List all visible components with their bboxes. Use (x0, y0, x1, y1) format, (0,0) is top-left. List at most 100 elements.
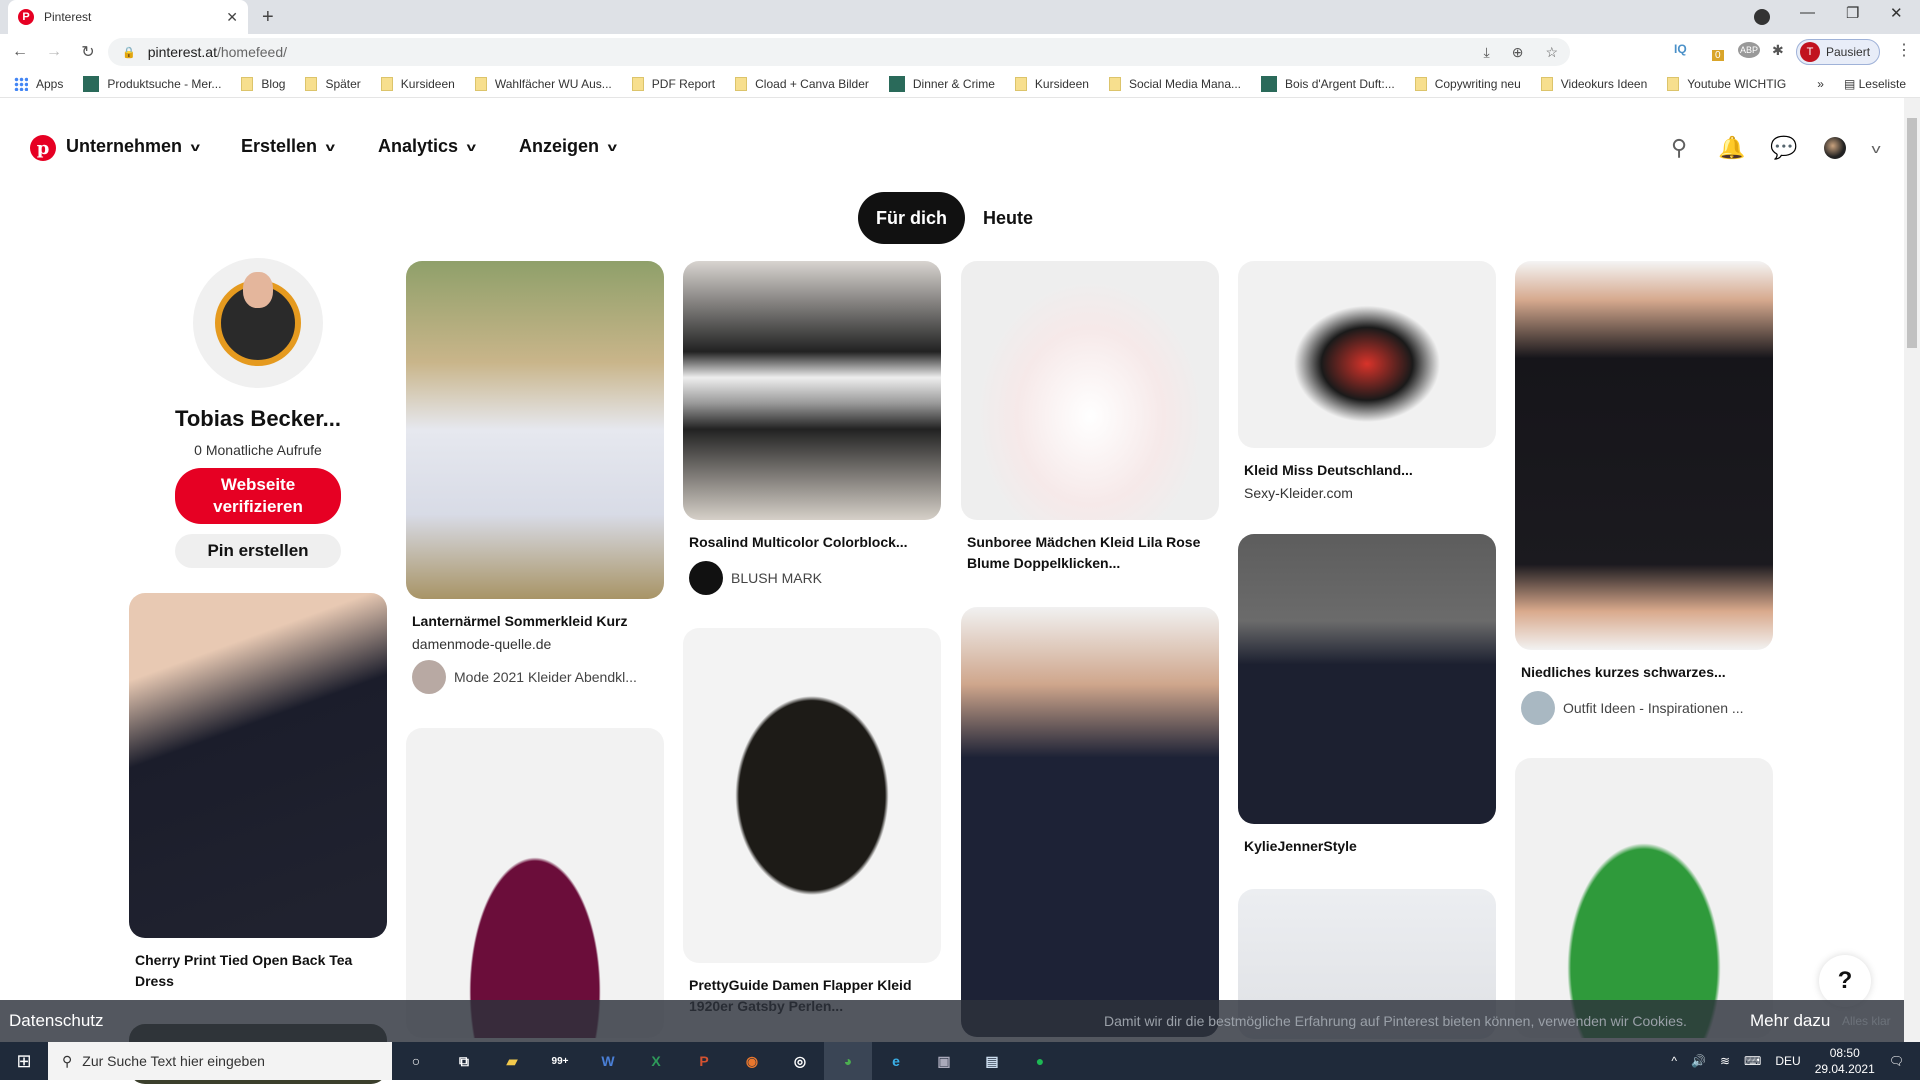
pin-image[interactable] (406, 728, 664, 1038)
minimize-button[interactable]: — (1800, 4, 1815, 21)
pin-image[interactable] (1238, 261, 1496, 448)
nav-analytics[interactable]: Analytics v (378, 136, 476, 157)
tab-search-icon[interactable] (1754, 9, 1770, 25)
extension-iq-icon[interactable]: IQ (1674, 42, 1687, 56)
profile-avatar[interactable] (193, 258, 323, 388)
search-icon[interactable]: ⚲ (1665, 134, 1693, 162)
reading-list-button[interactable]: ▤ Leseliste (1844, 77, 1906, 91)
pin-title[interactable]: Kleid Miss Deutschland... (1244, 460, 1490, 481)
wifi-icon[interactable]: ≋ (1720, 1054, 1730, 1068)
verify-website-button[interactable]: Webseite verifizieren (175, 468, 341, 524)
word-icon[interactable]: W (584, 1042, 632, 1080)
pin-board[interactable]: Mode 2021 Kleider Abendkl... (412, 660, 658, 694)
bookmark-item[interactable]: PDF Report (631, 76, 715, 91)
page-scrollbar[interactable] (1904, 98, 1920, 1042)
clock[interactable]: 08:50 29.04.2021 (1815, 1045, 1875, 1077)
extensions-puzzle-icon[interactable]: ✱ (1772, 42, 1784, 59)
pin-title[interactable]: Sunboree Mädchen Kleid Lila Rose Blume D… (967, 532, 1213, 574)
browser-tab[interactable]: P Pinterest ✕ (8, 0, 248, 34)
pin-image[interactable] (683, 261, 941, 520)
pin-card[interactable] (961, 607, 1219, 1037)
cortana-icon[interactable]: ○ (392, 1042, 440, 1080)
more-bookmarks-button[interactable]: » (1817, 77, 1824, 91)
messages-icon[interactable]: 💬 (1770, 134, 1798, 162)
pin-card[interactable]: Niedliches kurzes schwarzes... Outfit Id… (1515, 261, 1773, 725)
tray-expand-icon[interactable]: ^ (1671, 1054, 1677, 1068)
nav-unternehmen[interactable]: Unternehmen v (66, 136, 200, 157)
zoom-icon[interactable]: ⊕ (1512, 44, 1524, 61)
bookmark-item[interactable]: Kursideen (380, 76, 455, 91)
pin-image[interactable] (406, 261, 664, 599)
create-pin-button[interactable]: Pin erstellen (175, 534, 341, 568)
nav-anzeigen[interactable]: Anzeigen v (519, 136, 617, 157)
profile-name[interactable]: Tobias Becker... (129, 406, 387, 432)
powerpoint-icon[interactable]: P (680, 1042, 728, 1080)
volume-icon[interactable]: 🔊 (1691, 1054, 1706, 1068)
pinterest-logo-icon[interactable]: p (30, 135, 56, 161)
windows-start-icon[interactable]: ⊞ (0, 1051, 48, 1072)
edge-icon[interactable]: e (872, 1042, 920, 1080)
pin-title[interactable]: Niedliches kurzes schwarzes... (1521, 662, 1767, 683)
new-tab-button[interactable]: + (262, 6, 274, 29)
bookmark-item[interactable]: Wahlfächer WU Aus... (474, 76, 612, 91)
pin-title[interactable]: Lanternärmel Sommerkleid Kurz (412, 611, 658, 632)
pin-board[interactable]: BLUSH MARK (689, 561, 935, 595)
pin-image[interactable] (1238, 534, 1496, 824)
extension-badge[interactable]: 0 (1712, 50, 1724, 61)
address-bar[interactable]: 🔒 pinterest.at/homefeed/ ⤓ ⊕ ☆ (108, 38, 1570, 66)
menu-kebab-icon[interactable]: ⋮ (1896, 40, 1912, 60)
bookmark-item[interactable]: Bois d'Argent Duft:... (1261, 75, 1395, 92)
pin-image[interactable] (961, 607, 1219, 1037)
pin-card[interactable]: KylieJennerStyle (1238, 534, 1496, 857)
pin-card[interactable] (406, 728, 664, 1038)
close-window-button[interactable]: ✕ (1890, 4, 1903, 22)
bookmark-star-icon[interactable]: ☆ (1545, 44, 1558, 61)
pin-board[interactable]: Outfit Ideen - Inspirationen ... (1521, 691, 1767, 725)
pin-title[interactable]: KylieJennerStyle (1244, 836, 1490, 857)
app-icon[interactable]: ▤ (968, 1042, 1016, 1080)
obs-icon[interactable]: ◎ (776, 1042, 824, 1080)
pin-card[interactable]: Lanternärmel Sommerkleid Kurz damenmode-… (406, 261, 664, 694)
bookmark-item[interactable]: Kursideen (1014, 76, 1089, 91)
file-explorer-icon[interactable]: ▰ (488, 1042, 536, 1080)
bookmark-item[interactable]: Cload + Canva Bilder (735, 76, 869, 91)
install-icon[interactable]: ⤓ (1484, 44, 1490, 61)
task-view-icon[interactable]: ⧉ (440, 1042, 488, 1080)
pin-image[interactable] (961, 261, 1219, 520)
notifications-bell-icon[interactable]: 🔔 (1718, 134, 1746, 162)
pin-image[interactable] (1515, 261, 1773, 650)
pin-card[interactable] (1515, 758, 1773, 1038)
pin-card[interactable]: PrettyGuide Damen Flapper Kleid 1920er G… (683, 628, 941, 1017)
restore-button[interactable]: ❐ (1846, 4, 1859, 22)
app-icon[interactable]: ▣ (920, 1042, 968, 1080)
bookmark-item[interactable]: Copywriting neu (1414, 76, 1521, 91)
pin-card[interactable]: Kleid Miss Deutschland... Sexy-Kleider.c… (1238, 261, 1496, 501)
language-indicator[interactable]: DEU (1775, 1054, 1800, 1068)
nav-erstellen[interactable]: Erstellen v (241, 136, 335, 157)
keyboard-icon[interactable]: ⌨ (1744, 1054, 1761, 1068)
pin-card[interactable]: Sunboree Mädchen Kleid Lila Rose Blume D… (961, 261, 1219, 574)
pin-source[interactable]: damenmode-quelle.de (412, 636, 658, 652)
bookmark-item[interactable]: Youtube WICHTIG (1667, 76, 1786, 91)
notification-center-icon[interactable]: 🗨 (1889, 1054, 1904, 1068)
forward-button[interactable]: → (40, 43, 68, 61)
pin-image[interactable] (683, 628, 941, 963)
bookmark-item[interactable]: Dinner & Crime (888, 75, 995, 92)
mail-icon[interactable]: 99+ (536, 1042, 584, 1080)
bookmark-item[interactable]: Apps (14, 76, 63, 91)
pin-card[interactable]: Cherry Print Tied Open Back Tea Dress (129, 593, 387, 992)
reload-button[interactable]: ↻ (74, 42, 102, 62)
chrome-icon[interactable]: ◕ (824, 1042, 872, 1080)
scrollbar-thumb[interactable] (1907, 118, 1917, 348)
tab-heute[interactable]: Heute (965, 192, 1051, 244)
user-avatar[interactable] (1824, 137, 1846, 159)
tab-fuer-dich[interactable]: Für dich (858, 192, 965, 244)
learn-more-link[interactable]: Mehr dazu (1750, 1011, 1830, 1031)
bookmark-item[interactable]: Produktsuche - Mer... (83, 75, 221, 92)
app-icon[interactable]: ◉ (728, 1042, 776, 1080)
adblock-icon[interactable]: ABP (1738, 42, 1761, 58)
accept-cookies-button[interactable]: Alles klar (1842, 1014, 1891, 1028)
account-chevron-down-icon[interactable]: v (1856, 134, 1895, 162)
spotify-icon[interactable]: ● (1016, 1042, 1064, 1080)
profile-button[interactable]: T Pausiert (1796, 39, 1880, 65)
